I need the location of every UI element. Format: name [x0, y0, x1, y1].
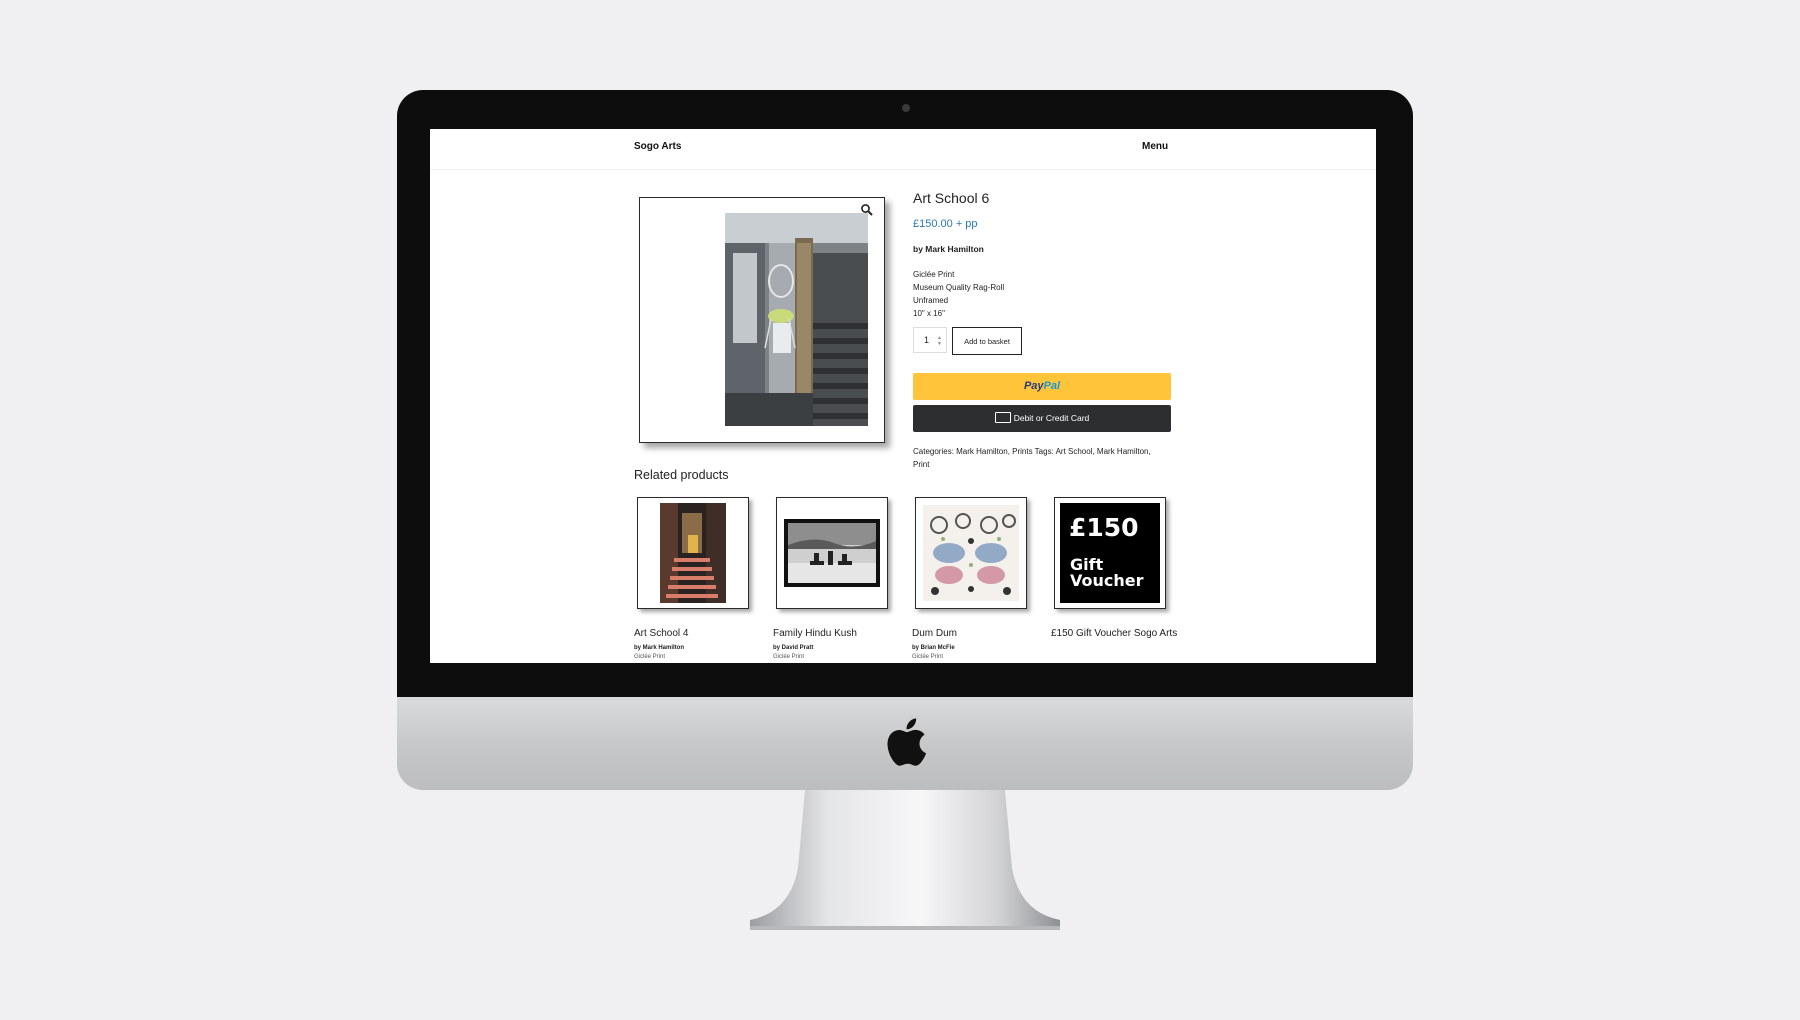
- gift-voucher-label: Gift Voucher: [1070, 557, 1144, 589]
- related-product-type: Giclée Print: [634, 654, 666, 660]
- related-product-thumb[interactable]: [915, 497, 1027, 609]
- related-product-image: [923, 505, 1019, 601]
- quantity-stepper[interactable]: 1 ▲ ▼: [913, 327, 947, 353]
- menu-button[interactable]: Menu: [1142, 141, 1168, 152]
- browser-screen: Sogo Arts Menu Art School 6 £150.00 + pp…: [430, 129, 1376, 663]
- related-product-card[interactable]: £150 Gift Voucher £150 Gift Voucher Sogo…: [1051, 497, 1191, 663]
- description-line: Museum Quality Rag-Roll: [913, 283, 1005, 292]
- site-header: Sogo Arts Menu: [430, 129, 1376, 170]
- related-product-thumb[interactable]: [776, 497, 888, 609]
- product-meta: Categories: Mark Hamilton, Prints Tags: …: [913, 447, 1151, 469]
- product-title: Art School 6: [913, 190, 990, 206]
- related-product-artist: by David Pratt: [773, 645, 814, 651]
- product-price: £150.00 + pp: [913, 218, 978, 230]
- related-product-name[interactable]: Art School 4: [634, 627, 764, 640]
- product-image: [725, 213, 868, 426]
- related-product-image: [660, 503, 726, 603]
- related-product-name[interactable]: Dum Dum: [912, 627, 1042, 640]
- card-icon: [994, 412, 1011, 424]
- debit-credit-card-button[interactable]: Debit or Credit Card: [913, 405, 1171, 432]
- related-product-artist: by Mark Hamilton: [634, 645, 685, 651]
- quantity-value: 1: [924, 335, 930, 345]
- related-product-card[interactable]: Family Hindu Kush by David Pratt Giclée …: [773, 497, 913, 663]
- paypal-logo-pal: Pal: [1043, 380, 1061, 392]
- camera-dot: [902, 104, 910, 112]
- related-product-type: Giclée Print: [912, 654, 944, 660]
- product-artist: by Mark Hamilton: [913, 244, 984, 254]
- paypal-logo-pay: Pay: [1023, 380, 1044, 392]
- product-gallery[interactable]: [639, 197, 885, 443]
- related-product-artist: by Brian McFie: [912, 645, 955, 651]
- gift-voucher-image: £150 Gift Voucher: [1060, 503, 1160, 603]
- related-product-name[interactable]: Family Hindu Kush: [773, 627, 903, 640]
- gift-voucher-line: Voucher: [1070, 571, 1144, 590]
- gift-voucher-amount: £150: [1069, 513, 1139, 542]
- monitor-stand: [750, 790, 1060, 930]
- card-button-label: Debit or Credit Card: [1013, 413, 1090, 423]
- quantity-spin-icon[interactable]: ▲ ▼: [937, 335, 942, 347]
- paypal-button[interactable]: PayPal: [913, 373, 1171, 400]
- site-title-link[interactable]: Sogo Arts: [634, 141, 681, 152]
- related-products-heading: Related products: [634, 468, 729, 482]
- related-product-thumb[interactable]: £150 Gift Voucher: [1054, 497, 1166, 609]
- related-product-image: [784, 519, 880, 587]
- description-line: Giclée Print: [913, 270, 955, 279]
- related-product-card[interactable]: Art School 4 by Mark Hamilton Giclée Pri…: [634, 497, 774, 663]
- description-line: 10" x 16": [913, 309, 945, 318]
- product-description: Giclée Print Museum Quality Rag-Roll Unf…: [913, 268, 1004, 320]
- related-product-type: Giclée Print: [773, 654, 805, 660]
- related-product-card[interactable]: Dum Dum by Brian McFie Giclée Print: [912, 497, 1052, 663]
- related-product-name[interactable]: £150 Gift Voucher Sogo Arts: [1051, 627, 1181, 640]
- add-to-basket-button[interactable]: Add to basket: [952, 327, 1022, 355]
- apple-logo-icon: [887, 718, 927, 766]
- description-line: Unframed: [913, 296, 949, 305]
- related-product-thumb[interactable]: [637, 497, 749, 609]
